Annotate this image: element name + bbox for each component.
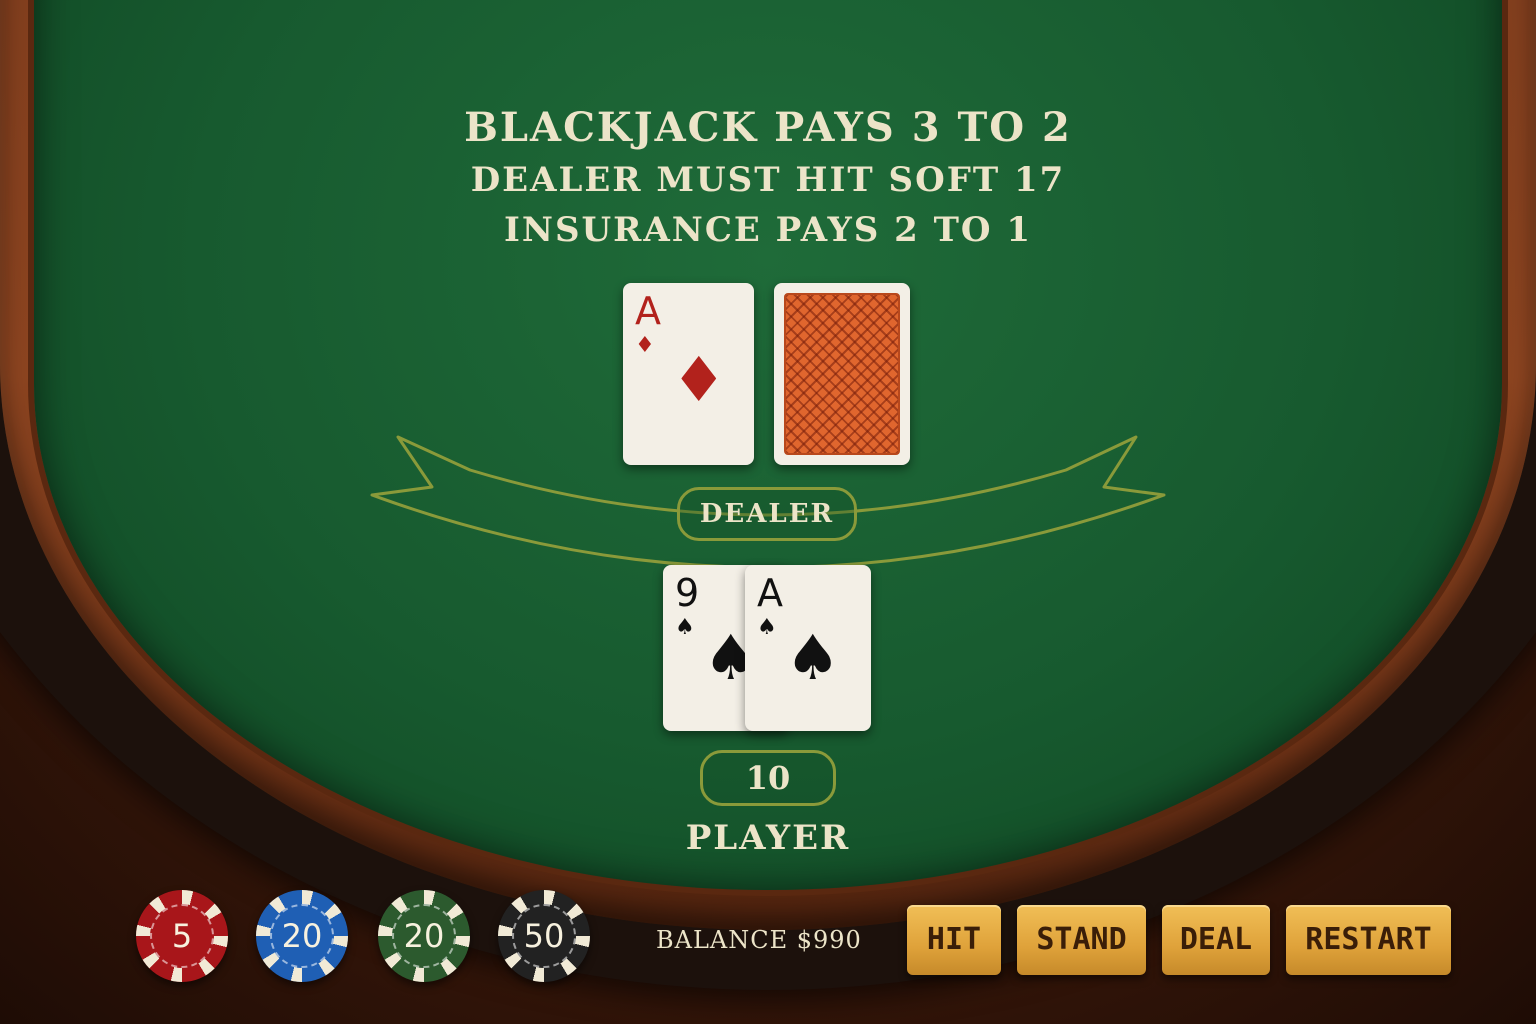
chip-50[interactable]: 50 bbox=[498, 890, 590, 982]
player-card-2: A ♠ ♠ bbox=[745, 565, 871, 731]
card-rank: 9 bbox=[675, 571, 700, 615]
chip-value: 20 bbox=[270, 904, 334, 968]
dealer-card-2-facedown bbox=[774, 283, 910, 465]
chip-20-green[interactable]: 20 bbox=[378, 890, 470, 982]
diamond-suit-icon: ♦ bbox=[635, 333, 655, 358]
dealer-label: DEALER bbox=[677, 487, 857, 541]
card-back-pattern bbox=[784, 293, 900, 455]
card-rank: A bbox=[635, 289, 661, 333]
stand-button[interactable]: STAND bbox=[1017, 905, 1146, 975]
card-rank: A bbox=[757, 571, 783, 615]
spade-suit-icon: ♠ bbox=[757, 615, 777, 640]
restart-button[interactable]: RESTART bbox=[1286, 905, 1451, 975]
dealer-card-1: A ♦ ♦ bbox=[623, 283, 754, 465]
chip-5[interactable]: 5 bbox=[136, 890, 228, 982]
player-score: 10 bbox=[700, 750, 836, 806]
chip-value: 20 bbox=[392, 904, 456, 968]
chip-20-blue[interactable]: 20 bbox=[256, 890, 348, 982]
blackjack-table: BLACKJACK PAYS 3 TO 2 DEALER MUST HIT SO… bbox=[0, 0, 1536, 1024]
hit-button[interactable]: HIT bbox=[907, 905, 1001, 975]
spade-suit-icon: ♠ bbox=[785, 621, 841, 694]
spade-suit-icon: ♠ bbox=[675, 615, 695, 640]
chip-value: 5 bbox=[150, 904, 214, 968]
diamond-suit-icon: ♦ bbox=[671, 343, 727, 416]
balance-display: BALANCE $990 bbox=[656, 926, 862, 954]
chip-value: 50 bbox=[512, 904, 576, 968]
player-label: PLAYER bbox=[685, 818, 851, 858]
deal-button[interactable]: DEAL bbox=[1162, 905, 1270, 975]
